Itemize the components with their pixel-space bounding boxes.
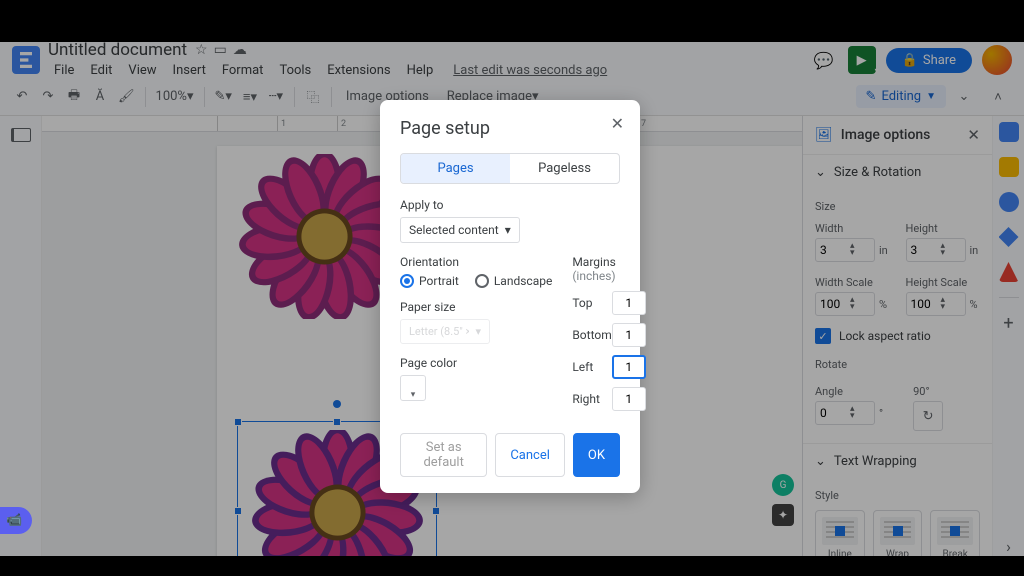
margins-label: Margins (inches): [572, 255, 645, 283]
orientation-label: Orientation: [400, 255, 552, 269]
set-as-default-button[interactable]: Set as default: [400, 433, 487, 477]
paper-size-label: Paper size: [400, 300, 552, 314]
record-button[interactable]: 📹: [0, 507, 32, 534]
margin-top-input[interactable]: [612, 291, 646, 315]
margin-left-label: Left: [572, 360, 593, 374]
cancel-button[interactable]: Cancel: [495, 433, 565, 477]
margin-bottom-label: Bottom: [572, 328, 611, 342]
apply-to-select[interactable]: Selected content▾: [400, 217, 520, 243]
tab-pageless[interactable]: Pageless: [510, 154, 619, 183]
margin-right-input[interactable]: [612, 387, 646, 411]
dialog-title: Page setup: [400, 118, 620, 139]
radio-landscape[interactable]: Landscape: [475, 274, 553, 288]
margin-right-label: Right: [572, 392, 600, 406]
paper-size-select[interactable]: Letter (8.5" × 11")▾: [400, 319, 490, 344]
ok-button[interactable]: OK: [573, 433, 620, 477]
radio-portrait[interactable]: Portrait: [400, 274, 459, 288]
margin-bottom-input[interactable]: [612, 323, 646, 347]
margin-top-label: Top: [572, 296, 592, 310]
page-setup-dialog: Page setup ✕ Pages Pageless Apply to Sel…: [380, 100, 640, 493]
apply-to-label: Apply to: [400, 198, 620, 212]
margin-left-input[interactable]: [612, 355, 646, 379]
close-dialog-icon[interactable]: ✕: [611, 114, 624, 133]
tab-pages[interactable]: Pages: [401, 154, 510, 183]
page-color-label: Page color: [400, 356, 552, 370]
page-color-swatch[interactable]: [400, 375, 426, 401]
